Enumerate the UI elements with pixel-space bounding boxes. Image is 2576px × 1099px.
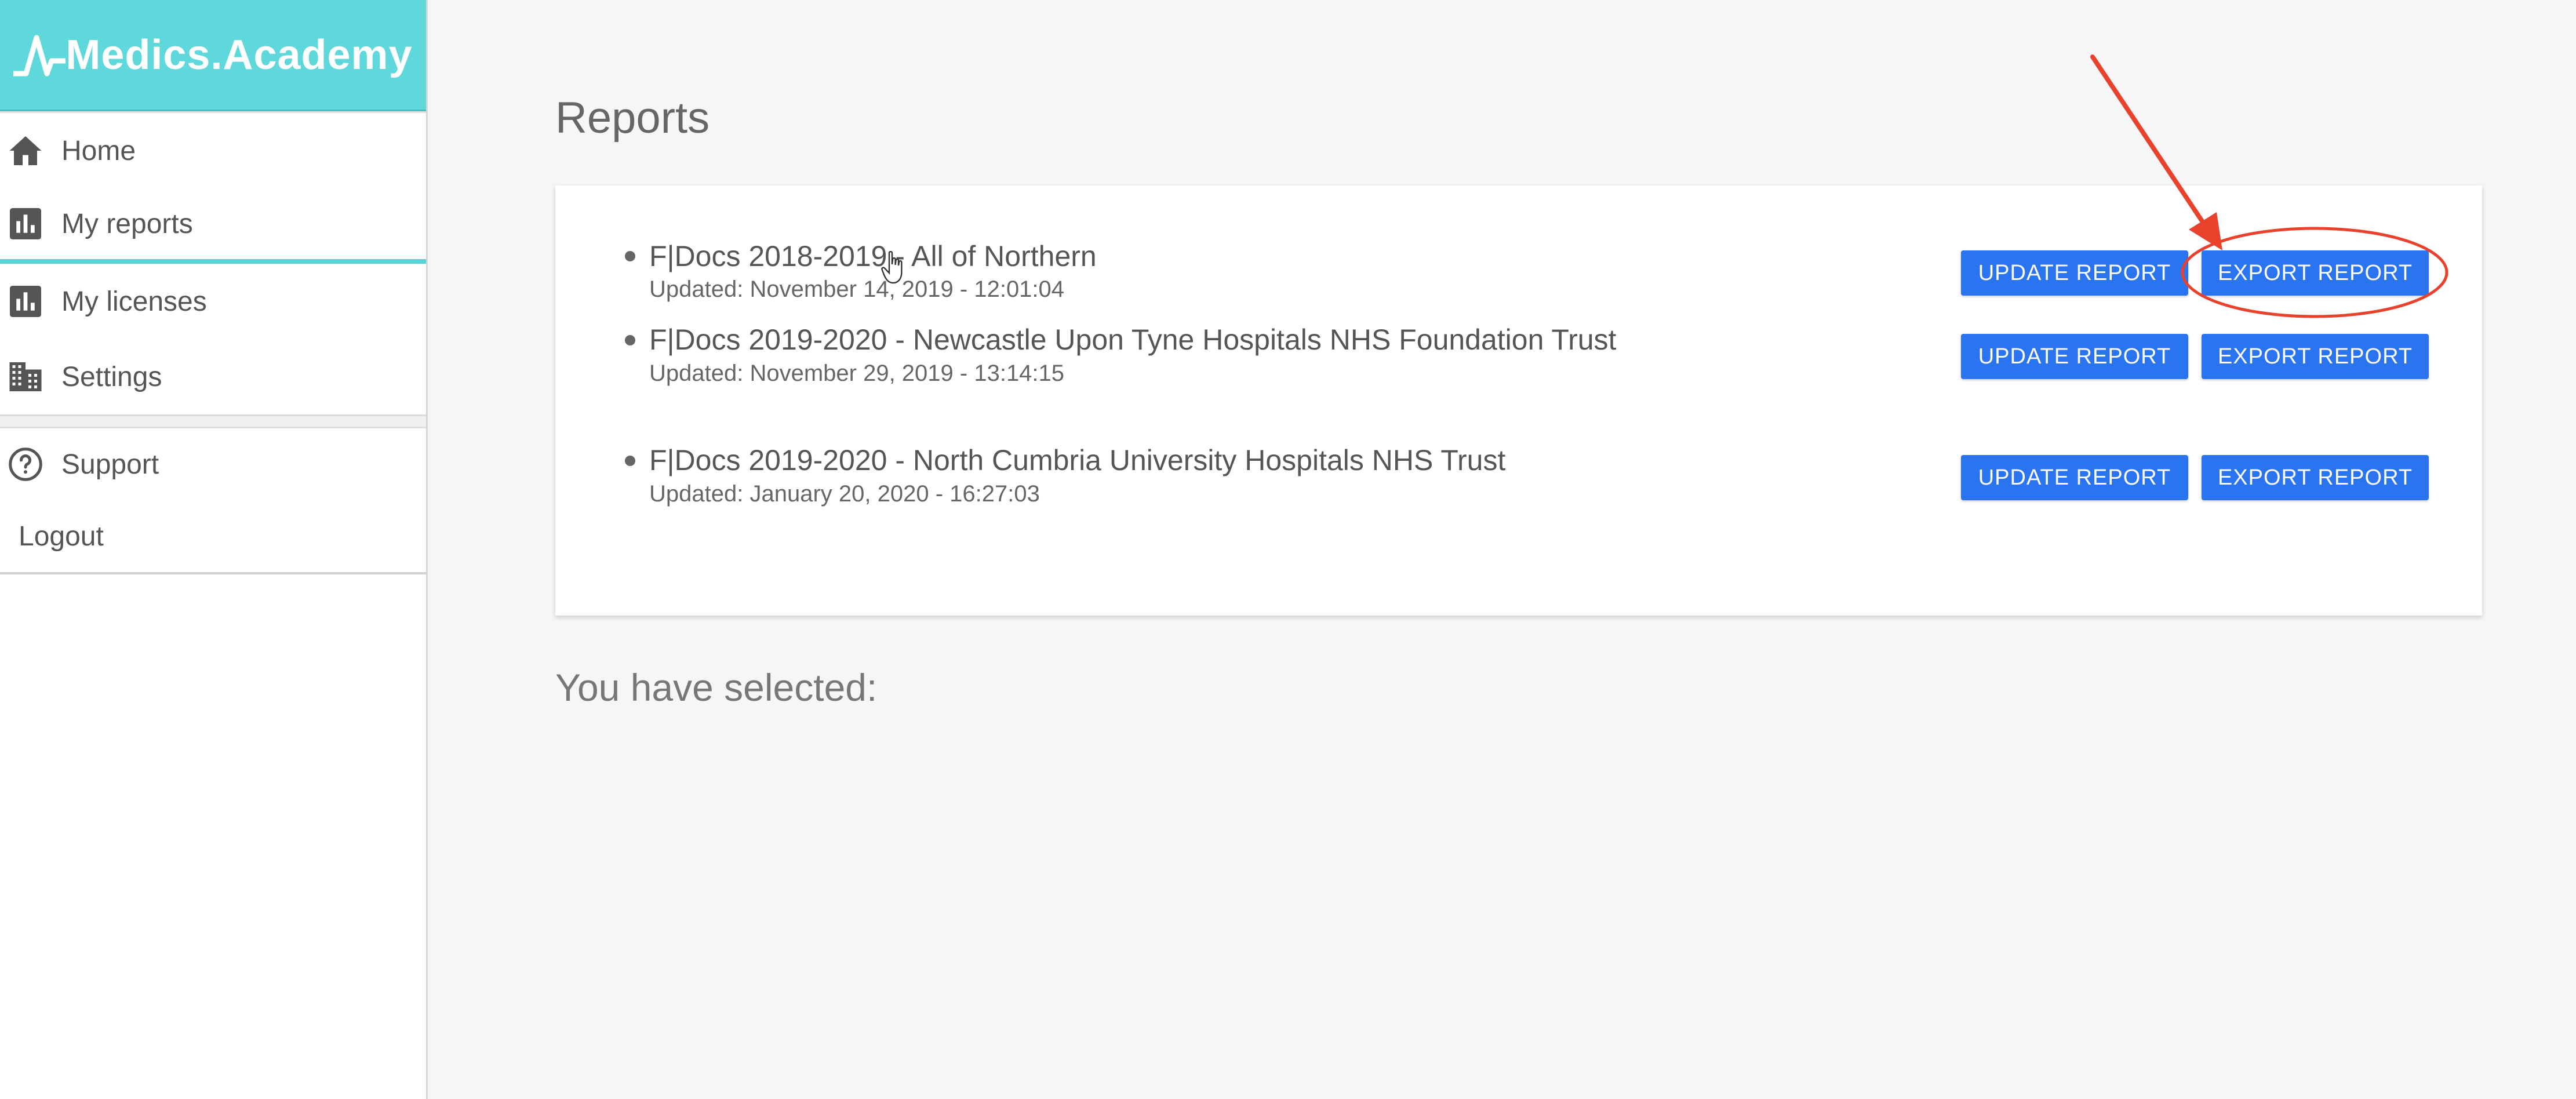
bullet-icon — [625, 335, 635, 345]
sidebar: Medics.Academy Home My reports My licens… — [0, 0, 428, 1099]
building-icon — [7, 358, 44, 395]
update-report-button[interactable]: UPDATE REPORT — [1961, 455, 2188, 500]
report-updated: Updated: November 14, 2019 - 12:01:04 — [649, 276, 1065, 302]
heartbeat-logo-icon — [13, 35, 66, 76]
home-icon — [7, 132, 44, 169]
logout-label: Logout — [19, 521, 104, 552]
report-title: F|Docs 2019-2020 - North Cumbria Univers… — [649, 444, 1506, 476]
sidebar-item-my-licenses[interactable]: My licenses — [0, 264, 426, 339]
bar-chart-icon — [7, 283, 44, 320]
report-title: F|Docs 2019-2020 - Newcastle Upon Tyne H… — [649, 323, 1617, 356]
update-report-button[interactable]: UPDATE REPORT — [1961, 250, 2188, 296]
hand-cursor-icon — [881, 251, 903, 284]
report-title: F|Docs 2018-2019 - All of Northern — [649, 240, 1097, 272]
update-report-button[interactable]: UPDATE REPORT — [1961, 334, 2188, 379]
brand-header[interactable]: Medics.Academy — [0, 0, 426, 111]
export-report-button[interactable]: EXPORT REPORT — [2202, 334, 2429, 379]
sidebar-item-label: My reports — [61, 208, 193, 239]
reports-card: F|Docs 2018-2019 - All of Northern Updat… — [555, 185, 2482, 616]
help-circle-icon — [7, 446, 44, 483]
bar-chart-icon — [7, 205, 44, 242]
sidebar-item-settings[interactable]: Settings — [0, 339, 426, 414]
selected-label: You have selected: — [555, 666, 878, 709]
bullet-icon — [625, 456, 635, 466]
logout-link[interactable]: Logout — [0, 500, 426, 574]
support-label: Support — [61, 449, 159, 480]
sidebar-item-label: My licenses — [61, 286, 207, 317]
sidebar-item-support[interactable]: Support — [0, 428, 426, 500]
sidebar-divider — [0, 414, 426, 428]
report-updated: Updated: January 20, 2020 - 16:27:03 — [649, 481, 1040, 507]
bullet-icon — [625, 251, 635, 261]
sidebar-nav: Home My reports My licenses Settings Sup… — [0, 111, 426, 574]
sidebar-item-my-reports[interactable]: My reports — [0, 188, 426, 264]
brand-logo: Medics.Academy — [13, 31, 412, 79]
sidebar-item-home[interactable]: Home — [0, 113, 426, 188]
sidebar-item-label: Settings — [61, 361, 162, 392]
brand-name: Medics.Academy — [66, 31, 413, 78]
export-report-button[interactable]: EXPORT REPORT — [2202, 250, 2429, 296]
export-report-button[interactable]: EXPORT REPORT — [2202, 455, 2429, 500]
report-updated: Updated: November 29, 2019 - 13:14:15 — [649, 361, 1065, 386]
page-title: Reports — [555, 93, 710, 143]
sidebar-item-label: Home — [61, 135, 136, 166]
